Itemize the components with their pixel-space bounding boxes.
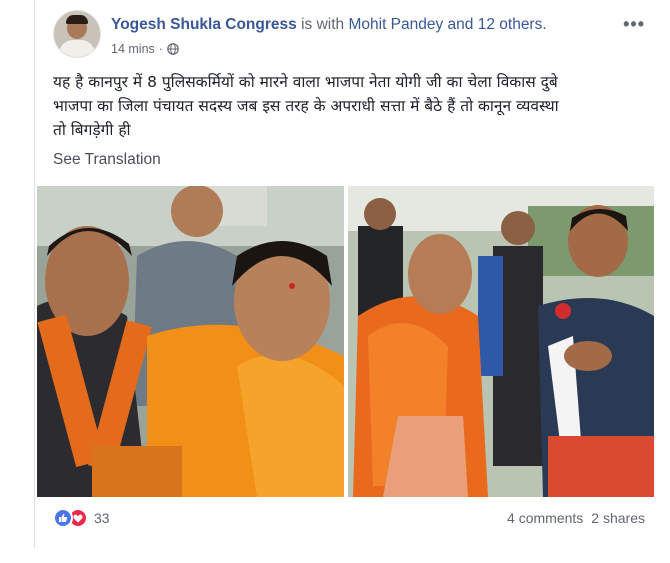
tagged-people-link[interactable]: Mohit Pandey and 12 others. [348, 16, 546, 33]
photo-left-image [37, 186, 344, 497]
shares-count-link[interactable]: 2 shares [591, 510, 645, 526]
reaction-count: 33 [94, 510, 110, 526]
post-text-line: यह है कानपुर में 8 पुलिसकर्मियों को मारन… [53, 73, 558, 91]
post-footer: 33 4 comments 2 shares [53, 508, 645, 534]
post-card: Yogesh Shukla Congress is with Mohit Pan… [34, 0, 655, 548]
comments-count-link[interactable]: 4 comments [507, 510, 583, 526]
meta-separator: · [158, 42, 163, 56]
post-timestamp[interactable]: 14 mins [111, 42, 155, 56]
post-text-line: तो बिगड़ेगी ही [53, 121, 131, 139]
post-meta: 14 mins · [111, 42, 179, 56]
author-name-link[interactable]: Yogesh Shukla Congress [111, 16, 297, 33]
post-stats: 4 comments 2 shares [507, 510, 645, 526]
with-label: is with [301, 16, 345, 33]
reactions-summary[interactable]: 33 [53, 508, 110, 528]
post-photo-left[interactable] [37, 186, 344, 497]
post-text: यह है कानपुर में 8 पुलिसकर्मियों को मारन… [53, 70, 653, 142]
public-globe-icon[interactable] [167, 43, 179, 55]
photo-right-image [348, 186, 654, 497]
more-options-icon[interactable]: ••• [623, 14, 645, 35]
see-translation-link[interactable]: See Translation [53, 151, 161, 169]
post-header: Yogesh Shukla Congress is with Mohit Pan… [53, 10, 645, 60]
post-photo-right[interactable] [348, 186, 654, 497]
like-reaction-icon [53, 508, 73, 528]
avatar[interactable] [53, 10, 101, 58]
post-text-line: भाजपा का जिला पंचायत सदस्य जब इस तरह के … [53, 97, 559, 115]
post-author-line: Yogesh Shukla Congress is with Mohit Pan… [111, 16, 547, 34]
